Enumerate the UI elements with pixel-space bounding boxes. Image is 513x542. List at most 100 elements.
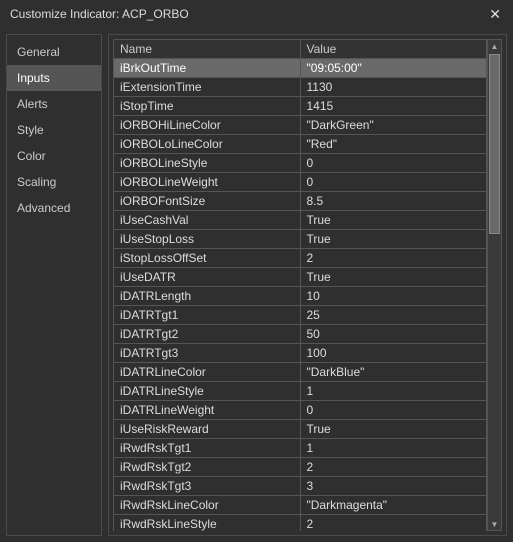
table-row[interactable]: iDATRTgt125 — [114, 306, 487, 325]
table-row[interactable]: iDATRLineStyle1 — [114, 382, 487, 401]
property-value[interactable]: 1415 — [300, 97, 487, 116]
sidebar-item-label: Advanced — [17, 201, 70, 215]
property-value[interactable]: 1130 — [300, 78, 487, 97]
property-name: iDATRTgt3 — [114, 344, 301, 363]
property-value[interactable]: 1 — [300, 439, 487, 458]
property-value[interactable]: 25 — [300, 306, 487, 325]
table-row[interactable]: iBrkOutTime"09:05:00" — [114, 59, 487, 78]
table-row[interactable]: iRwdRskTgt11 — [114, 439, 487, 458]
sidebar-item-style[interactable]: Style — [7, 117, 101, 143]
table-row[interactable]: iExtensionTime1130 — [114, 78, 487, 97]
properties-table: Name Value iBrkOutTime"09:05:00"iExtensi… — [113, 39, 487, 531]
property-name: iRwdRskTgt1 — [114, 439, 301, 458]
property-name: iUseCashVal — [114, 211, 301, 230]
property-name: iDATRLength — [114, 287, 301, 306]
property-value[interactable]: "Darkmagenta" — [300, 496, 487, 515]
sidebar-item-general[interactable]: General — [7, 39, 101, 65]
close-icon[interactable]: ✕ — [485, 6, 505, 23]
table-row[interactable]: iORBOLoLineColor"Red" — [114, 135, 487, 154]
table-row[interactable]: iRwdRskLineColor"Darkmagenta" — [114, 496, 487, 515]
property-name: iDATRLineStyle — [114, 382, 301, 401]
property-value[interactable]: 3 — [300, 477, 487, 496]
table-row[interactable]: iUseCashValTrue — [114, 211, 487, 230]
table-row[interactable]: iRwdRskTgt33 — [114, 477, 487, 496]
property-name: iUseRiskReward — [114, 420, 301, 439]
window-title: Customize Indicator: ACP_ORBO — [10, 7, 189, 21]
property-value[interactable]: "DarkBlue" — [300, 363, 487, 382]
scroll-up-icon[interactable]: ▲ — [488, 40, 501, 52]
table-row[interactable]: iDATRLineWeight0 — [114, 401, 487, 420]
sidebar-item-label: Style — [17, 123, 44, 137]
property-value[interactable]: "09:05:00" — [300, 59, 487, 78]
property-value[interactable]: 2 — [300, 458, 487, 477]
sidebar-item-color[interactable]: Color — [7, 143, 101, 169]
property-value[interactable]: 0 — [300, 154, 487, 173]
table-row[interactable]: iUseRiskRewardTrue — [114, 420, 487, 439]
sidebar-item-label: Alerts — [17, 97, 48, 111]
property-value[interactable]: 2 — [300, 515, 487, 532]
property-value[interactable]: True — [300, 268, 487, 287]
property-name: iORBOLoLineColor — [114, 135, 301, 154]
table-row[interactable]: iDATRLineColor"DarkBlue" — [114, 363, 487, 382]
titlebar: Customize Indicator: ACP_ORBO ✕ — [0, 0, 513, 28]
scroll-down-icon[interactable]: ▼ — [488, 518, 501, 530]
window-body: General Inputs Alerts Style Color Scaling Adva… — [0, 28, 513, 542]
property-value[interactable]: True — [300, 420, 487, 439]
column-header-value[interactable]: Value — [300, 40, 487, 59]
sidebar-item-advanced[interactable]: Advanced — [7, 195, 101, 221]
property-value[interactable]: "Red" — [300, 135, 487, 154]
property-name: iDATRLineWeight — [114, 401, 301, 420]
property-value[interactable]: 2 — [300, 249, 487, 268]
property-name: iDATRTgt2 — [114, 325, 301, 344]
property-value[interactable]: 100 — [300, 344, 487, 363]
property-name: iORBOFontSize — [114, 192, 301, 211]
property-value[interactable]: "DarkGreen" — [300, 116, 487, 135]
property-name: iDATRTgt1 — [114, 306, 301, 325]
customize-indicator-window: Customize Indicator: ACP_ORBO ✕ General I… — [0, 0, 513, 542]
property-name: iORBOHiLineColor — [114, 116, 301, 135]
sidebar-item-label: Color — [17, 149, 46, 163]
sidebar-item-label: General — [17, 45, 60, 59]
property-name: iRwdRskTgt3 — [114, 477, 301, 496]
table-row[interactable]: iORBOHiLineColor"DarkGreen" — [114, 116, 487, 135]
property-name: iExtensionTime — [114, 78, 301, 97]
column-header-name[interactable]: Name — [114, 40, 301, 59]
table-row[interactable]: iUseStopLossTrue — [114, 230, 487, 249]
table-row[interactable]: iORBOFontSize8.5 — [114, 192, 487, 211]
table-row[interactable]: iStopLossOffSet2 — [114, 249, 487, 268]
table-row[interactable]: iStopTime1415 — [114, 97, 487, 116]
sidebar-item-inputs[interactable]: Inputs — [7, 65, 101, 91]
sidebar-item-label: Scaling — [17, 175, 56, 189]
scrollbar-thumb[interactable] — [489, 54, 500, 234]
property-value[interactable]: 50 — [300, 325, 487, 344]
main-panel: Name Value iBrkOutTime"09:05:00"iExtensi… — [108, 34, 507, 536]
property-name: iUseStopLoss — [114, 230, 301, 249]
property-value[interactable]: 10 — [300, 287, 487, 306]
table-row[interactable]: iDATRTgt3100 — [114, 344, 487, 363]
property-value[interactable]: True — [300, 230, 487, 249]
table-header-row: Name Value — [114, 40, 487, 59]
property-value[interactable]: 0 — [300, 173, 487, 192]
property-value[interactable]: 8.5 — [300, 192, 487, 211]
table-row[interactable]: iDATRLength10 — [114, 287, 487, 306]
property-name: iRwdRskLineStyle — [114, 515, 301, 532]
table-row[interactable]: iUseDATRTrue — [114, 268, 487, 287]
table-row[interactable]: iORBOLineWeight0 — [114, 173, 487, 192]
table-row[interactable]: iDATRTgt250 — [114, 325, 487, 344]
property-name: iStopLossOffSet — [114, 249, 301, 268]
property-name: iORBOLineStyle — [114, 154, 301, 173]
table-row[interactable]: iRwdRskTgt22 — [114, 458, 487, 477]
sidebar-item-alerts[interactable]: Alerts — [7, 91, 101, 117]
vertical-scrollbar[interactable]: ▲ ▼ — [488, 39, 502, 531]
property-value[interactable]: 0 — [300, 401, 487, 420]
property-value[interactable]: 1 — [300, 382, 487, 401]
sidebar-item-scaling[interactable]: Scaling — [7, 169, 101, 195]
table-row[interactable]: iRwdRskLineStyle2 — [114, 515, 487, 532]
sidebar-item-label: Inputs — [17, 71, 50, 85]
property-name: iBrkOutTime — [114, 59, 301, 78]
property-value[interactable]: True — [300, 211, 487, 230]
property-name: iRwdRskTgt2 — [114, 458, 301, 477]
table-row[interactable]: iORBOLineStyle0 — [114, 154, 487, 173]
property-name: iUseDATR — [114, 268, 301, 287]
property-name: iORBOLineWeight — [114, 173, 301, 192]
